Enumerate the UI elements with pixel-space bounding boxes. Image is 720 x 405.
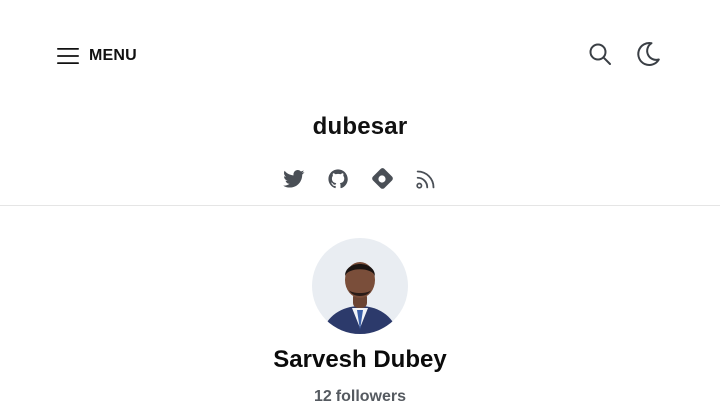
followers-link[interactable]: 12 followers [0, 388, 720, 405]
author-profile: Sarvesh Dubey 12 followers [0, 206, 720, 405]
blog-title[interactable]: dubesar [0, 113, 720, 141]
social-link-twitter[interactable] [283, 169, 305, 193]
search-button[interactable] [586, 42, 614, 70]
social-link-rss[interactable] [415, 170, 437, 192]
followers-count: 12 [313, 388, 332, 405]
blog-header: MENU dubesar [0, 0, 720, 206]
avatar[interactable] [312, 238, 408, 334]
twitter-icon [283, 169, 305, 193]
followers-label: followers [335, 388, 407, 405]
social-link-github[interactable] [327, 168, 349, 194]
search-icon [588, 42, 612, 71]
theme-toggle-button[interactable] [634, 41, 662, 72]
social-link-hashnode[interactable] [371, 167, 393, 195]
rss-icon [416, 169, 436, 194]
menu-button[interactable]: MENU [56, 42, 137, 70]
social-links [0, 167, 720, 195]
hashnode-icon [371, 167, 393, 195]
github-icon [328, 168, 348, 194]
author-name[interactable]: Sarvesh Dubey [0, 346, 720, 374]
menu-label: MENU [89, 47, 137, 64]
moon-icon [635, 41, 661, 72]
page: MENU dubesar Sarvesh Dubey 12 followers [0, 0, 720, 405]
hamburger-icon [56, 45, 80, 67]
